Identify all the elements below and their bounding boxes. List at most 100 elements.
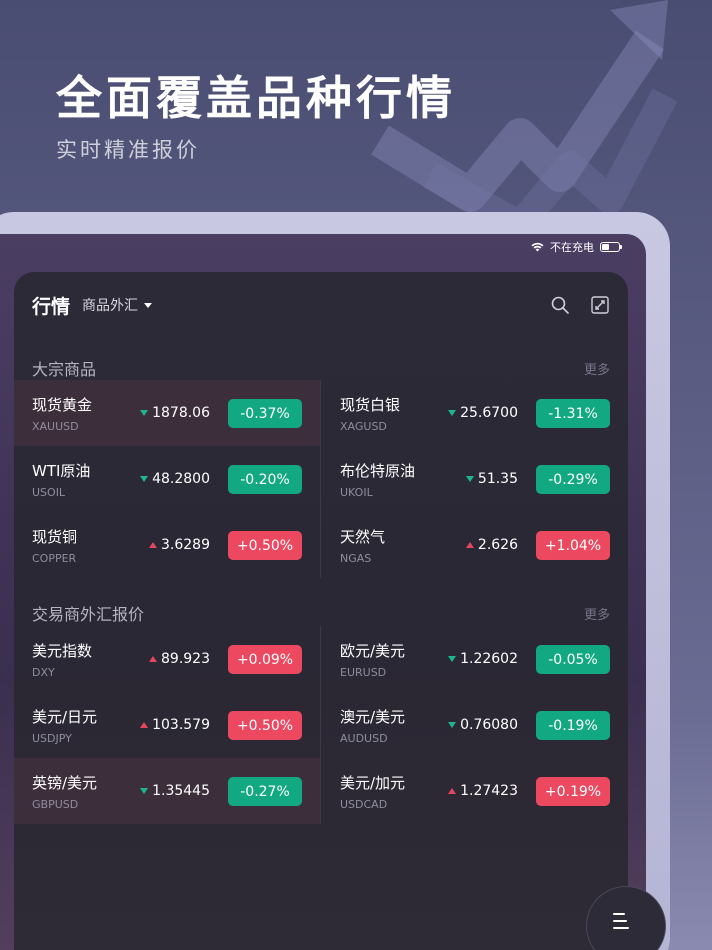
quote-item[interactable]: 美元指数 DXY 89.923 +0.09% [14, 626, 320, 692]
quote-item[interactable]: 现货白银 XAGUSD 25.6700 -1.31% [322, 380, 628, 446]
arrow-up-icon [140, 722, 149, 728]
quote-price-wrap: 51.35 [465, 471, 518, 487]
quote-item[interactable]: 美元/加元 USDCAD 1.27423 +0.19% [322, 758, 628, 824]
quote-price: 1.27423 [460, 783, 518, 799]
quote-code: AUDUSD [340, 731, 388, 745]
quote-price-wrap: 48.2800 [140, 471, 210, 487]
quote-price: 103.579 [152, 717, 210, 733]
section-title-commodities: 大宗商品 [32, 360, 97, 379]
forex-grid: 美元指数 DXY 89.923 +0.09% 欧元/美元 EURUSD 1.22602 -0.… [14, 626, 628, 824]
quote-price-wrap: 1.35445 [140, 783, 210, 799]
quote-name: 英镑/美元 [32, 773, 98, 792]
arrow-down-icon [465, 476, 474, 482]
quote-price-wrap: 0.76080 [448, 717, 518, 733]
quote-price: 1.35445 [152, 783, 210, 799]
quote-change-badge[interactable]: -0.20% [228, 465, 302, 494]
quote-names: 天然气 NGAS [340, 526, 385, 565]
quote-item[interactable]: 天然气 NGAS 2.626 +1.04% [322, 512, 628, 578]
quote-change-badge[interactable]: -0.05% [536, 645, 610, 674]
quote-code: NGAS [340, 551, 372, 565]
quote-code: USDJPY [32, 731, 72, 745]
caret-down-icon [144, 302, 153, 308]
more-link-commodities[interactable]: 更多 [584, 359, 610, 378]
quote-name: 布伦特原油 [340, 461, 416, 480]
quote-price-wrap: 25.6700 [448, 405, 518, 421]
quote-price: 89.923 [161, 651, 210, 667]
quote-code: GBPUSD [32, 797, 79, 811]
quote-price: 25.6700 [460, 405, 518, 421]
expand-icon[interactable] [590, 295, 610, 315]
quote-price-wrap: 89.923 [149, 651, 210, 667]
hero-subtitle: 实时精准报价 [56, 138, 200, 162]
quote-price: 51.35 [477, 471, 518, 487]
quote-item[interactable]: 欧元/美元 EURUSD 1.22602 -0.05% [322, 626, 628, 692]
quote-names: 布伦特原油 UKOIL [340, 460, 415, 499]
commodities-grid: 现货黄金 XAUUSD 1878.06 -0.37% 现货白银 XAGUSD 25.6700… [14, 380, 628, 578]
quote-change-badge[interactable]: -0.29% [536, 465, 610, 494]
quote-name: 现货白银 [340, 395, 401, 414]
section-title-forex: 交易商外汇报价 [32, 605, 145, 624]
quote-name: 天然气 [340, 527, 386, 546]
quote-name: 现货铜 [32, 527, 78, 546]
charging-status: 不在充电 [550, 241, 594, 254]
quote-name: 美元指数 [32, 641, 93, 660]
battery-icon [600, 242, 622, 252]
quote-price-wrap: 103.579 [140, 717, 210, 733]
quote-change-badge[interactable]: +0.19% [536, 777, 610, 806]
more-link-forex[interactable]: 更多 [584, 604, 610, 623]
quote-change-badge[interactable]: -0.37% [228, 399, 302, 428]
wifi-icon [531, 242, 544, 252]
panel-header: 行情 商品外汇 [32, 292, 610, 318]
quote-change-badge[interactable]: +0.09% [228, 645, 302, 674]
quote-price: 48.2800 [152, 471, 210, 487]
quote-name: 美元/加元 [340, 773, 406, 792]
arrow-down-icon [448, 722, 457, 728]
category-dropdown-label: 商品外汇 [82, 298, 139, 314]
quote-code: DXY [32, 665, 55, 679]
quote-price: 3.6289 [161, 537, 210, 553]
quote-code: UKOIL [340, 485, 373, 499]
quote-change-badge[interactable]: +0.50% [228, 711, 302, 740]
arrow-up-icon [149, 542, 157, 548]
quote-name: WTI原油 [32, 461, 91, 480]
quote-change-badge[interactable]: -1.31% [536, 399, 610, 428]
market-panel: 行情 商品外汇 大宗商品 更多 现货黄金 XAUUSD 1878.06 -0.37% 现… [14, 272, 628, 950]
quote-item[interactable]: WTI原油 USOIL 48.2800 -0.20% [14, 446, 320, 512]
quote-names: 美元指数 DXY [32, 640, 92, 679]
page-title: 行情 [32, 295, 71, 318]
quote-name: 美元/日元 [32, 707, 98, 726]
hero-title: 全面覆盖品种行情 [56, 71, 456, 125]
quote-price-wrap: 1.27423 [448, 783, 518, 799]
quote-item[interactable]: 现货黄金 XAUUSD 1878.06 -0.37% [14, 380, 320, 446]
quote-names: 英镑/美元 GBPUSD [32, 772, 97, 811]
quote-code: XAGUSD [340, 419, 387, 433]
quote-item[interactable]: 澳元/美元 AUDUSD 0.76080 -0.19% [322, 692, 628, 758]
quote-code: USOIL [32, 485, 66, 499]
quote-names: 澳元/美元 AUDUSD [340, 706, 405, 745]
quote-code: EURUSD [340, 665, 387, 679]
quote-price-wrap: 2.626 [465, 537, 518, 553]
quote-change-badge[interactable]: -0.27% [228, 777, 302, 806]
quote-code: USDCAD [340, 797, 388, 811]
quote-item[interactable]: 美元/日元 USDJPY 103.579 +0.50% [14, 692, 320, 758]
status-bar: 不在充电 [531, 238, 622, 256]
quote-change-badge[interactable]: -0.19% [536, 711, 610, 740]
quote-item[interactable]: 英镑/美元 GBPUSD 1.35445 -0.27% [14, 758, 320, 824]
quote-names: 现货铜 COPPER [32, 526, 77, 565]
arrow-down-icon [140, 410, 149, 416]
quote-names: 现货黄金 XAUUSD [32, 394, 92, 433]
arrow-up-icon [465, 542, 474, 548]
search-icon[interactable] [550, 295, 570, 315]
quote-change-badge[interactable]: +1.04% [536, 531, 610, 560]
quote-change-badge[interactable]: +0.50% [228, 531, 302, 560]
quote-price-wrap: 3.6289 [149, 537, 210, 553]
quote-name: 欧元/美元 [340, 641, 406, 660]
quote-item[interactable]: 布伦特原油 UKOIL 51.35 -0.29% [322, 446, 628, 512]
quote-item[interactable]: 现货铜 COPPER 3.6289 +0.50% [14, 512, 320, 578]
category-dropdown[interactable]: 商品外汇 [82, 295, 153, 315]
menu-icon [613, 913, 629, 929]
arrow-down-icon [448, 410, 457, 416]
arrow-up-icon [149, 656, 157, 662]
quote-price-wrap: 1.22602 [448, 651, 518, 667]
arrow-down-icon [448, 656, 457, 662]
